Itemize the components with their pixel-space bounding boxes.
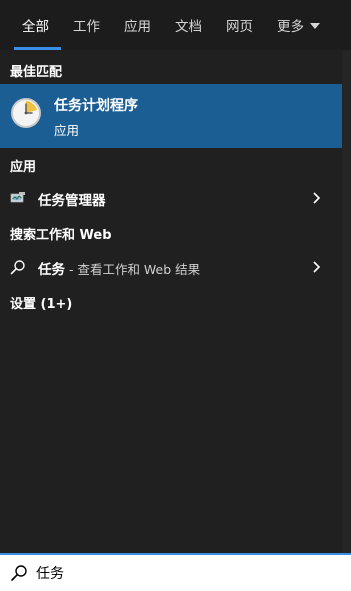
tab-web[interactable]: 网页 bbox=[214, 0, 265, 50]
chevron-down-icon bbox=[310, 23, 320, 29]
tab-label: 全部 bbox=[22, 19, 49, 35]
tab-label: 更多 bbox=[277, 19, 304, 35]
best-match-type: 应用 bbox=[54, 123, 80, 138]
search-icon bbox=[11, 565, 27, 581]
search-input[interactable] bbox=[36, 561, 326, 585]
filter-tabs: 全部 工作 应用 文档 网页 更多 bbox=[0, 0, 351, 50]
web-search-suffix: - 查看工作和 Web 结果 bbox=[65, 262, 201, 277]
task-scheduler-clock-icon bbox=[11, 98, 41, 128]
task-manager-label: 任务管理器 bbox=[38, 193, 106, 209]
tab-more[interactable]: 更多 bbox=[265, 0, 332, 50]
tab-apps[interactable]: 应用 bbox=[112, 0, 163, 50]
tab-documents[interactable]: 文档 bbox=[163, 0, 214, 50]
web-search-label: 任务 - 查看工作和 Web 结果 bbox=[38, 258, 200, 278]
task-manager-icon bbox=[10, 192, 25, 203]
tab-work[interactable]: 工作 bbox=[61, 0, 112, 50]
tab-label: 文档 bbox=[175, 19, 202, 35]
web-search-heading: 搜索工作和 Web bbox=[10, 228, 112, 243]
start-search-panel: 全部 工作 应用 文档 网页 更多 最佳匹配 任务计划程序 应用 应用 任务管理… bbox=[0, 0, 351, 591]
search-icon bbox=[10, 260, 25, 275]
search-box bbox=[0, 553, 351, 591]
tab-all[interactable]: 全部 bbox=[10, 0, 61, 50]
web-search-query: 任务 bbox=[38, 262, 65, 278]
best-match-heading: 最佳匹配 bbox=[10, 65, 63, 80]
settings-heading[interactable]: 设置 (1+) bbox=[10, 293, 72, 312]
best-match-name: 任务计划程序 bbox=[54, 98, 138, 114]
chevron-right-icon[interactable] bbox=[310, 260, 324, 274]
web-search-result[interactable]: 任务 - 查看工作和 Web 结果 bbox=[0, 251, 342, 283]
app-result-task-manager[interactable]: 任务管理器 bbox=[0, 182, 342, 214]
apps-heading: 应用 bbox=[10, 160, 37, 175]
scrollbar[interactable] bbox=[342, 50, 351, 553]
chevron-right-icon[interactable] bbox=[310, 191, 324, 205]
tab-label: 工作 bbox=[73, 19, 100, 35]
tab-label: 网页 bbox=[226, 19, 253, 35]
best-match-result[interactable]: 任务计划程序 应用 bbox=[0, 84, 342, 148]
tab-label: 应用 bbox=[124, 19, 151, 35]
